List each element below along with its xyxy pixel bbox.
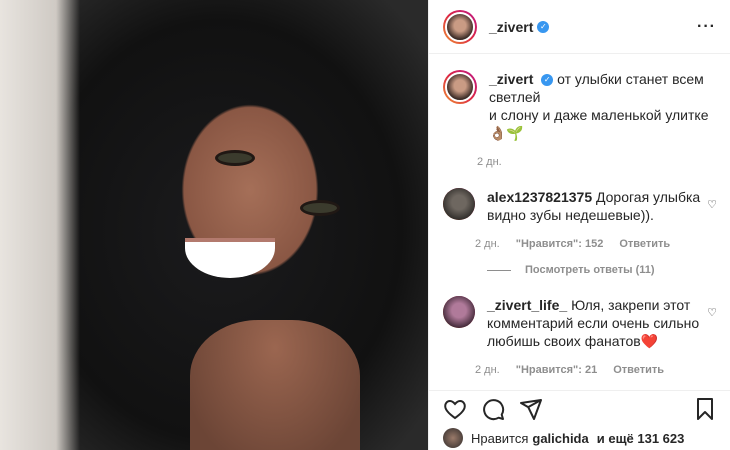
commenter-avatar[interactable] xyxy=(443,296,475,328)
caption-time[interactable]: 2 дн. xyxy=(477,156,502,168)
verified-badge-icon: ✓ xyxy=(541,74,554,87)
caption-username[interactable]: _zivert xyxy=(489,71,533,87)
likes-count[interactable]: и ещё 131 623 xyxy=(597,431,685,446)
comment-time[interactable]: 2 дн. xyxy=(475,364,500,376)
commenter-avatar[interactable] xyxy=(443,188,475,220)
comment-item: alex1237821375 Дорогая улыбка видно зубы… xyxy=(443,188,717,250)
comment-heart-icon[interactable]: ♡ xyxy=(707,198,717,211)
photo-smile xyxy=(185,238,275,278)
post-header: _zivert ✓ ··· xyxy=(429,0,730,54)
likes-prefix: Нравится xyxy=(471,430,529,446)
post-sidebar: _zivert ✓ ··· _zivert ✓ от улыбки станет… xyxy=(428,0,730,450)
caption-avatar[interactable] xyxy=(443,70,477,104)
view-replies-label[interactable]: Посмотреть ответы (11) xyxy=(525,264,655,276)
comment-time[interactable]: 2 дн. xyxy=(475,238,500,250)
likes-summary[interactable]: Нравится galichida и ещё 131 623 xyxy=(443,428,688,448)
instagram-post: _zivert ✓ ··· _zivert ✓ от улыбки станет… xyxy=(0,0,730,450)
comments-list[interactable]: _zivert ✓ от улыбки станет всем светлей … xyxy=(429,54,730,388)
comment-item: _zivert_life_ Юля, закрепи этот коммента… xyxy=(443,296,717,376)
share-send-icon[interactable] xyxy=(519,397,543,421)
comment-likes[interactable]: "Нравится": 21 xyxy=(516,364,597,376)
author-avatar[interactable] xyxy=(443,9,477,44)
caption: _zivert ✓ от улыбки станет всем светлей … xyxy=(443,70,717,168)
more-options-icon[interactable]: ··· xyxy=(697,18,716,36)
liker-avatar[interactable] xyxy=(443,428,463,448)
photo-neck xyxy=(190,320,360,450)
bookmark-icon[interactable] xyxy=(693,397,717,421)
author-username[interactable]: _zivert xyxy=(489,19,533,35)
comment-username[interactable]: alex1237821375 xyxy=(487,189,592,205)
verified-badge-icon: ✓ xyxy=(537,20,550,33)
reply-button[interactable]: Ответить xyxy=(613,364,664,376)
comment-bubble-icon[interactable] xyxy=(481,397,505,421)
photo-eye-right xyxy=(300,200,340,216)
replies-divider xyxy=(487,269,511,271)
comment-likes[interactable]: "Нравится": 152 xyxy=(516,238,604,250)
reply-button[interactable]: Ответить xyxy=(619,238,670,250)
like-heart-icon[interactable] xyxy=(443,397,467,421)
view-replies-button[interactable]: Посмотреть ответы (11) xyxy=(487,264,717,276)
post-photo[interactable] xyxy=(0,0,428,450)
action-bar xyxy=(429,390,730,426)
photo-eye-left xyxy=(215,150,255,166)
comment-username[interactable]: _zivert_life_ xyxy=(487,297,567,313)
comment-heart-icon[interactable]: ♡ xyxy=(707,306,717,319)
liker-username[interactable]: galichida xyxy=(532,431,588,446)
